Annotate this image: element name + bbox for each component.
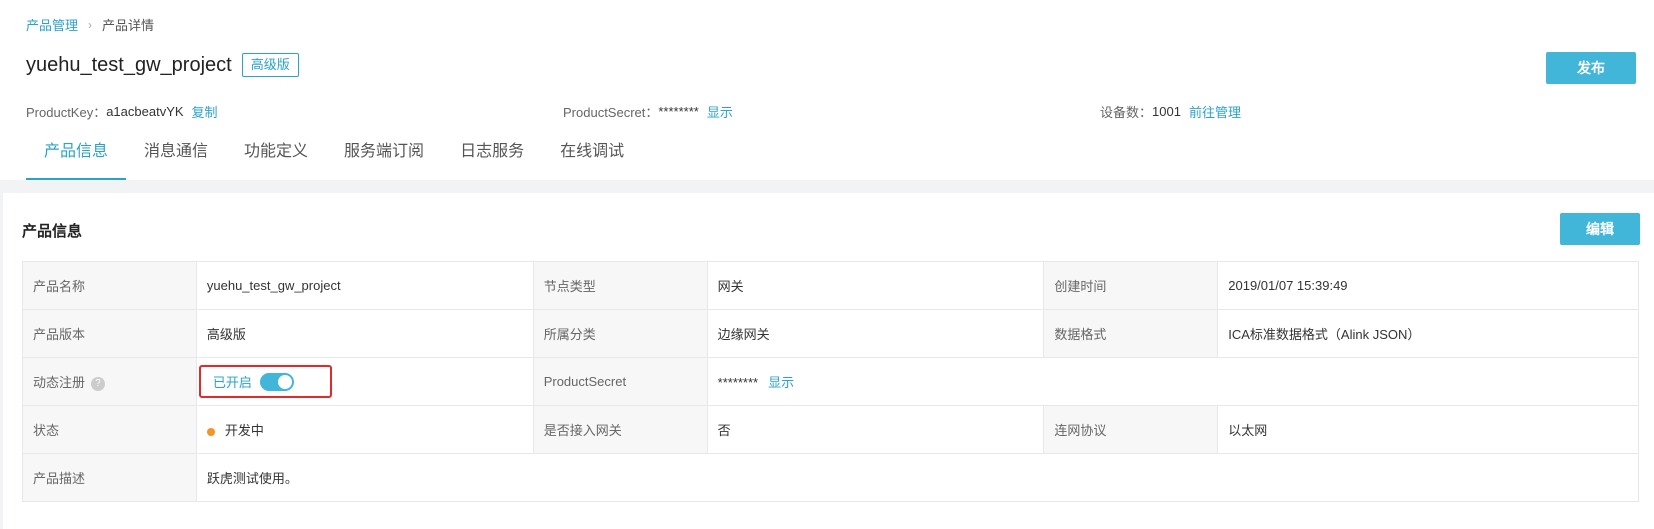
dynamic-registration-value-cell: 已开启 <box>195 357 534 406</box>
header-panel: 产品管理 › 产品详情 yuehu_test_gw_project 高级版 发布… <box>0 0 1654 180</box>
product-name-value: yuehu_test_gw_project <box>195 261 534 310</box>
table-row: 状态 开发中 是否接入网关 否 连网协议 以太网 <box>22 405 1639 454</box>
edition-badge: 高级版 <box>241 53 299 77</box>
category-value: 边缘网关 <box>706 309 1045 358</box>
table-row: 产品版本 高级版 所属分类 边缘网关 数据格式 ICA标准数据格式（Alink … <box>22 309 1639 358</box>
product-secret-row-label: ProductSecret <box>532 357 708 406</box>
product-info-card: 产品信息 编辑 产品名称 yuehu_test_gw_project 节点类型 … <box>3 193 1654 529</box>
breadcrumb-current: 产品详情 <box>102 18 155 33</box>
status-dot-icon <box>206 427 215 436</box>
edit-button[interactable]: 编辑 <box>1560 213 1640 245</box>
dynamic-registration-cell: 动态注册? <box>22 357 197 406</box>
tab-online-debug[interactable]: 在线调试 <box>542 136 642 180</box>
tab-log-service[interactable]: 日志服务 <box>442 136 542 180</box>
gateway-access-label: 是否接入网关 <box>532 405 708 454</box>
table-row: 动态注册? 已开启 ProductSecret ******** 显示 <box>22 357 1640 406</box>
product-name-label: 产品名称 <box>22 261 197 310</box>
table-row: 产品描述 跃虎测试使用。 <box>22 453 1640 502</box>
product-key-label: ProductKey： <box>26 105 107 120</box>
show-secret-row-link[interactable]: 显示 <box>768 375 794 390</box>
product-secret-value: ******** <box>658 104 699 119</box>
title-row: yuehu_test_gw_project 高级版 <box>26 53 299 77</box>
product-secret-row-value-cell: ******** 显示 <box>706 357 1640 406</box>
product-key-meta: ProductKey： a1acbeatvYK 复制 <box>26 102 218 121</box>
breadcrumb-product-management[interactable]: 产品管理 <box>26 15 78 34</box>
product-secret-label: ProductSecret： <box>563 105 659 120</box>
product-info-table: 产品名称 yuehu_test_gw_project 节点类型 网关 创建时间 … <box>22 261 1640 502</box>
show-secret-link[interactable]: 显示 <box>707 102 733 121</box>
description-label: 产品描述 <box>22 453 197 502</box>
product-secret-meta: ProductSecret： ******** 显示 <box>563 102 733 121</box>
category-label: 所属分类 <box>532 309 708 358</box>
table-row: 产品名称 yuehu_test_gw_project 节点类型 网关 创建时间 … <box>22 261 1639 310</box>
copy-link[interactable]: 复制 <box>192 102 218 121</box>
section-title: 产品信息 <box>22 223 83 240</box>
dynamic-registration-status: 已开启 <box>212 375 252 390</box>
created-time-label: 创建时间 <box>1043 261 1219 310</box>
node-type-value: 网关 <box>706 261 1045 310</box>
product-key-value: a1acbeatvYK <box>106 104 184 119</box>
tab-server-subscription[interactable]: 服务端订阅 <box>326 136 442 180</box>
page-title: yuehu_test_gw_project <box>26 53 232 76</box>
status-value-cell: 开发中 <box>195 405 534 454</box>
product-version-value: 高级版 <box>195 309 534 358</box>
highlight-box: 已开启 <box>198 365 332 398</box>
data-format-label: 数据格式 <box>1043 309 1219 358</box>
gateway-access-value: 否 <box>706 405 1045 454</box>
breadcrumb: 产品管理 › 产品详情 <box>26 15 154 34</box>
node-type-label: 节点类型 <box>532 261 708 310</box>
description-value: 跃虎测试使用。 <box>195 453 1640 502</box>
product-version-label: 产品版本 <box>22 309 197 358</box>
status-value: 开发中 <box>224 423 264 438</box>
created-time-value: 2019/01/07 15:39:49 <box>1217 261 1639 310</box>
help-icon[interactable]: ? <box>91 376 106 391</box>
data-format-value: ICA标准数据格式（Alink JSON） <box>1217 309 1639 358</box>
device-count-value: 1001 <box>1152 104 1181 119</box>
network-protocol-value: 以太网 <box>1217 405 1639 454</box>
dynamic-registration-label: 动态注册 <box>33 375 86 390</box>
tab-function-definition[interactable]: 功能定义 <box>226 136 326 180</box>
tab-bar: 产品信息 消息通信 功能定义 服务端订阅 日志服务 在线调试 <box>26 136 642 180</box>
tab-product-info[interactable]: 产品信息 <box>26 136 127 180</box>
toggle-knob <box>277 374 292 389</box>
chevron-right-icon: › <box>88 17 93 32</box>
manage-devices-link[interactable]: 前往管理 <box>1189 102 1241 121</box>
tab-messaging[interactable]: 消息通信 <box>126 136 226 180</box>
device-count-label: 设备数： <box>1100 105 1153 120</box>
dynamic-registration-toggle[interactable] <box>259 372 294 391</box>
network-protocol-label: 连网协议 <box>1043 405 1219 454</box>
publish-button[interactable]: 发布 <box>1546 52 1636 84</box>
status-label: 状态 <box>22 405 197 454</box>
product-secret-row-value: ******** <box>717 375 759 390</box>
device-count-meta: 设备数： 1001 前往管理 <box>1100 102 1241 121</box>
